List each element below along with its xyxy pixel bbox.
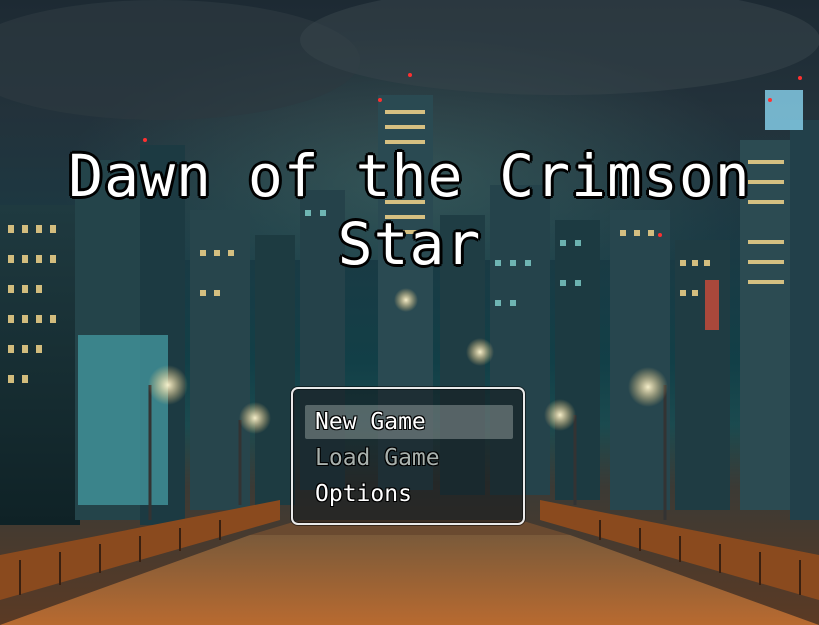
city-background-art [0, 0, 819, 625]
options-option[interactable]: Options [305, 477, 513, 511]
game-title: Dawn of the Crimson Star [68, 142, 751, 278]
main-menu-window: New Game Load Game Options [291, 387, 525, 525]
new-game-option[interactable]: New Game [305, 405, 513, 439]
title-screen: Dawn of the Crimson Star New Game Load G… [0, 0, 819, 625]
load-game-option[interactable]: Load Game [305, 441, 513, 475]
